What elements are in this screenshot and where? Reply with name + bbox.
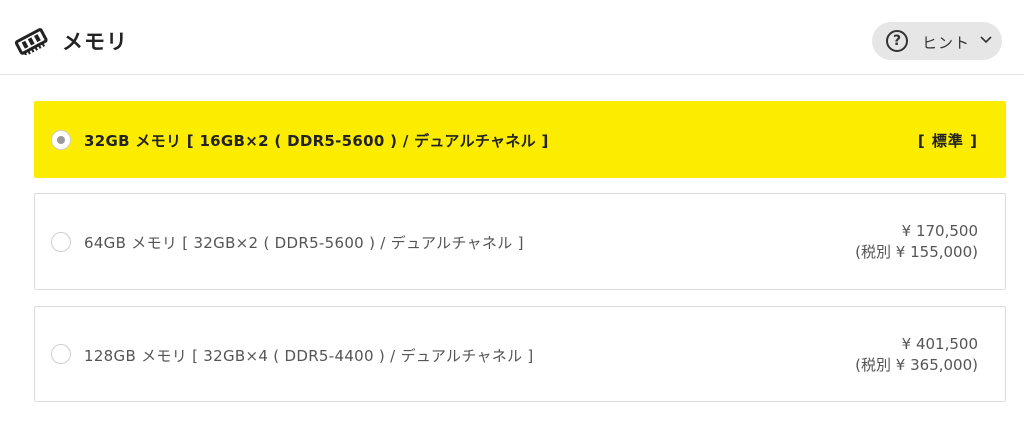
option-label: 64GB メモリ [ 32GB×2 ( DDR5-5600 ) / デュアルチャ… [84,234,524,252]
memory-option-128gb[interactable]: 128GB メモリ [ 32GB×4 ( DDR5-4400 ) / デュアルチ… [34,306,1006,402]
radio-dot [57,136,65,144]
radio-button[interactable] [51,232,71,252]
hint-label: ヒント [922,34,971,52]
option-label: 128GB メモリ [ 32GB×4 ( DDR5-4400 ) / デュアルチ… [84,347,534,365]
radio-button[interactable] [51,344,71,364]
price-excl-tax: (税別 ¥ 365,000) [855,356,978,374]
price: ¥ 170,500 [901,222,978,240]
option-label: 32GB メモリ [ 16GB×2 ( DDR5-5600 ) / デュアルチャ… [84,132,549,150]
hint-button[interactable]: ? ヒント [872,22,1002,60]
memory-option-32gb[interactable]: 32GB メモリ [ 16GB×2 ( DDR5-5600 ) / デュアルチャ… [34,101,1006,178]
memory-option-64gb[interactable]: 64GB メモリ [ 32GB×2 ( DDR5-5600 ) / デュアルチャ… [34,193,1006,290]
price-excl-tax: (税別 ¥ 155,000) [855,243,978,261]
chevron-down-icon [980,36,992,44]
price: ¥ 401,500 [901,335,978,353]
memory-module-icon [14,28,48,55]
radio-button[interactable] [51,130,71,150]
price-block: ¥ 170,500 (税別 ¥ 155,000) [855,221,978,263]
price-block: ¥ 401,500 (税別 ¥ 365,000) [855,334,978,376]
section-header: メモリ ? ヒント [0,0,1024,75]
page-title: メモリ [62,30,128,54]
question-circle-icon: ? [886,30,908,52]
standard-tag: [ 標準 ] [917,132,978,150]
